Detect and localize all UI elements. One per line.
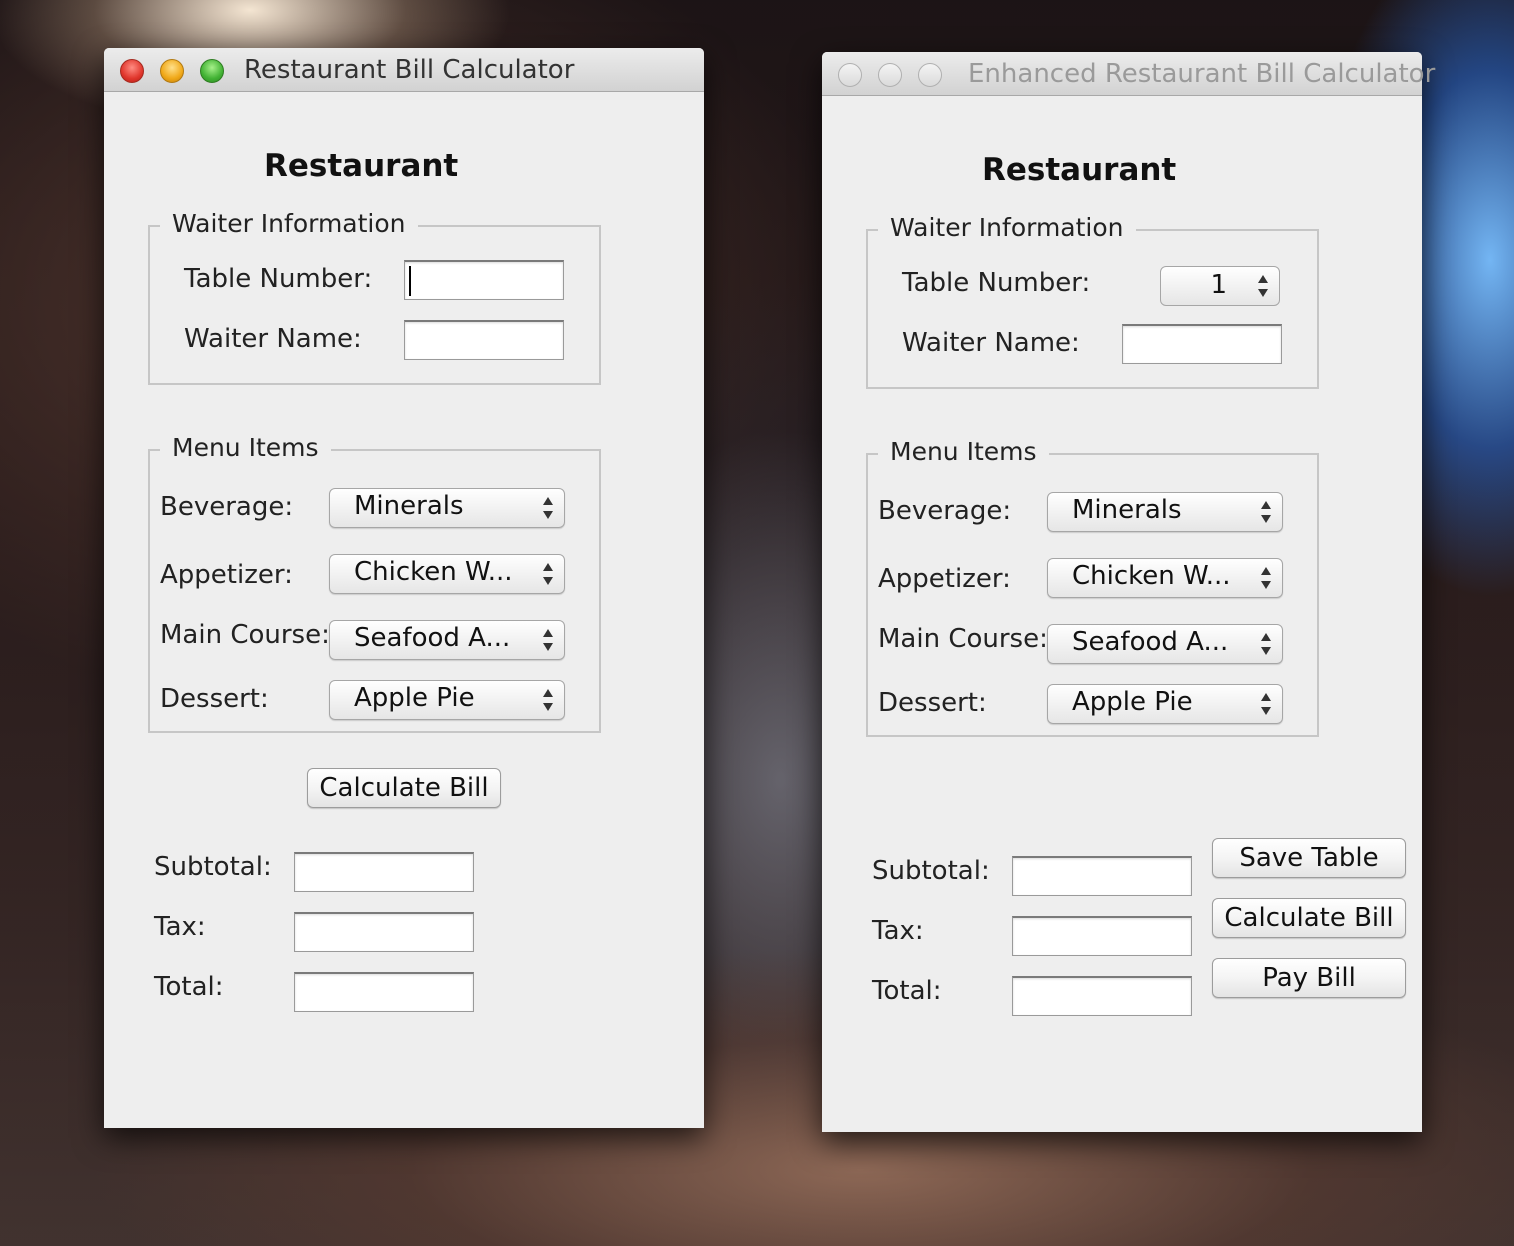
dessert-select[interactable]: Apple Pie: [329, 680, 565, 720]
save-table-button[interactable]: Save Table: [1212, 838, 1406, 878]
waiter-information-group: Waiter Information: [148, 209, 601, 385]
appetizer-value: Chicken W...: [1072, 561, 1231, 591]
calculate-bill-button[interactable]: Calculate Bill: [307, 768, 501, 808]
tax-label: Tax:: [154, 912, 206, 942]
menu-items-legend: Menu Items: [878, 437, 1049, 466]
window-title: Enhanced Restaurant Bill Calculator: [968, 59, 1436, 89]
chevron-updown-icon[interactable]: [1257, 275, 1269, 297]
minimize-icon[interactable]: [160, 59, 184, 83]
subtotal-label: Subtotal:: [872, 856, 990, 886]
dessert-select[interactable]: Apple Pie: [1047, 684, 1283, 724]
menu-items-legend: Menu Items: [160, 433, 331, 462]
dessert-label: Dessert:: [878, 688, 987, 718]
total-label: Total:: [154, 972, 224, 1002]
appetizer-select[interactable]: Chicken W...: [1047, 558, 1283, 598]
total-label: Total:: [872, 976, 942, 1006]
table-number-label: Table Number:: [902, 268, 1091, 298]
minimize-icon[interactable]: [878, 63, 902, 87]
beverage-value: Minerals: [354, 491, 464, 521]
chevron-updown-icon: [542, 497, 554, 519]
dessert-value: Apple Pie: [1072, 687, 1193, 717]
appetizer-value: Chicken W...: [354, 557, 513, 587]
waiter-information-group: Waiter Information: [866, 213, 1319, 389]
dessert-label: Dessert:: [160, 684, 269, 714]
chevron-updown-icon: [1260, 693, 1272, 715]
table-number-field[interactable]: [404, 260, 564, 300]
subtotal-label: Subtotal:: [154, 852, 272, 882]
title-bar[interactable]: Restaurant Bill Calculator: [104, 48, 704, 92]
maximize-icon[interactable]: [200, 59, 224, 83]
table-number-value: 1: [1210, 270, 1227, 300]
subtotal-field[interactable]: [294, 852, 474, 892]
waiter-information-legend: Waiter Information: [160, 209, 418, 238]
main-course-select[interactable]: Seafood A...: [1047, 624, 1283, 664]
close-icon[interactable]: [838, 63, 862, 87]
window-title: Restaurant Bill Calculator: [244, 55, 575, 85]
waiter-name-field[interactable]: [1122, 324, 1282, 364]
waiter-name-label: Waiter Name:: [902, 328, 1080, 358]
beverage-value: Minerals: [1072, 495, 1182, 525]
main-course-value: Seafood A...: [1072, 627, 1229, 657]
main-course-value: Seafood A...: [354, 623, 511, 653]
subtotal-field[interactable]: [1012, 856, 1192, 896]
tax-label: Tax:: [872, 916, 924, 946]
table-number-label: Table Number:: [184, 264, 373, 294]
tax-field[interactable]: [1012, 916, 1192, 956]
page-title: Restaurant: [982, 152, 1177, 188]
chevron-updown-icon: [542, 689, 554, 711]
appetizer-select[interactable]: Chicken W...: [329, 554, 565, 594]
chevron-updown-icon: [1260, 501, 1272, 523]
appetizer-label: Appetizer:: [878, 564, 1011, 594]
maximize-icon[interactable]: [918, 63, 942, 87]
title-bar[interactable]: Enhanced Restaurant Bill Calculator: [822, 52, 1435, 96]
appetizer-label: Appetizer:: [160, 560, 293, 590]
main-course-select[interactable]: Seafood A...: [329, 620, 565, 660]
close-icon[interactable]: [120, 59, 144, 83]
beverage-label: Beverage:: [878, 496, 1012, 526]
restaurant-bill-calculator-window: Restaurant Bill Calculator Restaurant Wa…: [104, 48, 704, 1128]
beverage-select[interactable]: Minerals: [1047, 492, 1283, 532]
dessert-value: Apple Pie: [354, 683, 475, 713]
total-field[interactable]: [1012, 976, 1192, 1016]
pay-bill-button[interactable]: Pay Bill: [1212, 958, 1406, 998]
beverage-label: Beverage:: [160, 492, 294, 522]
calculate-bill-button[interactable]: Calculate Bill: [1212, 898, 1406, 938]
tax-field[interactable]: [294, 912, 474, 952]
chevron-updown-icon: [1260, 633, 1272, 655]
main-course-label: Main Course:: [878, 624, 1048, 654]
waiter-name-label: Waiter Name:: [184, 324, 362, 354]
page-title: Restaurant: [264, 148, 459, 184]
enhanced-restaurant-bill-calculator-window: Enhanced Restaurant Bill Calculator Rest…: [822, 52, 1435, 1132]
chevron-updown-icon: [542, 629, 554, 651]
waiter-name-field[interactable]: [404, 320, 564, 360]
beverage-select[interactable]: Minerals: [329, 488, 565, 528]
main-course-label: Main Course:: [160, 620, 330, 650]
waiter-information-legend: Waiter Information: [878, 213, 1136, 242]
table-number-spinner[interactable]: 1: [1160, 266, 1280, 306]
total-field[interactable]: [294, 972, 474, 1012]
chevron-updown-icon: [542, 563, 554, 585]
text-caret: [409, 266, 411, 296]
chevron-updown-icon: [1260, 567, 1272, 589]
